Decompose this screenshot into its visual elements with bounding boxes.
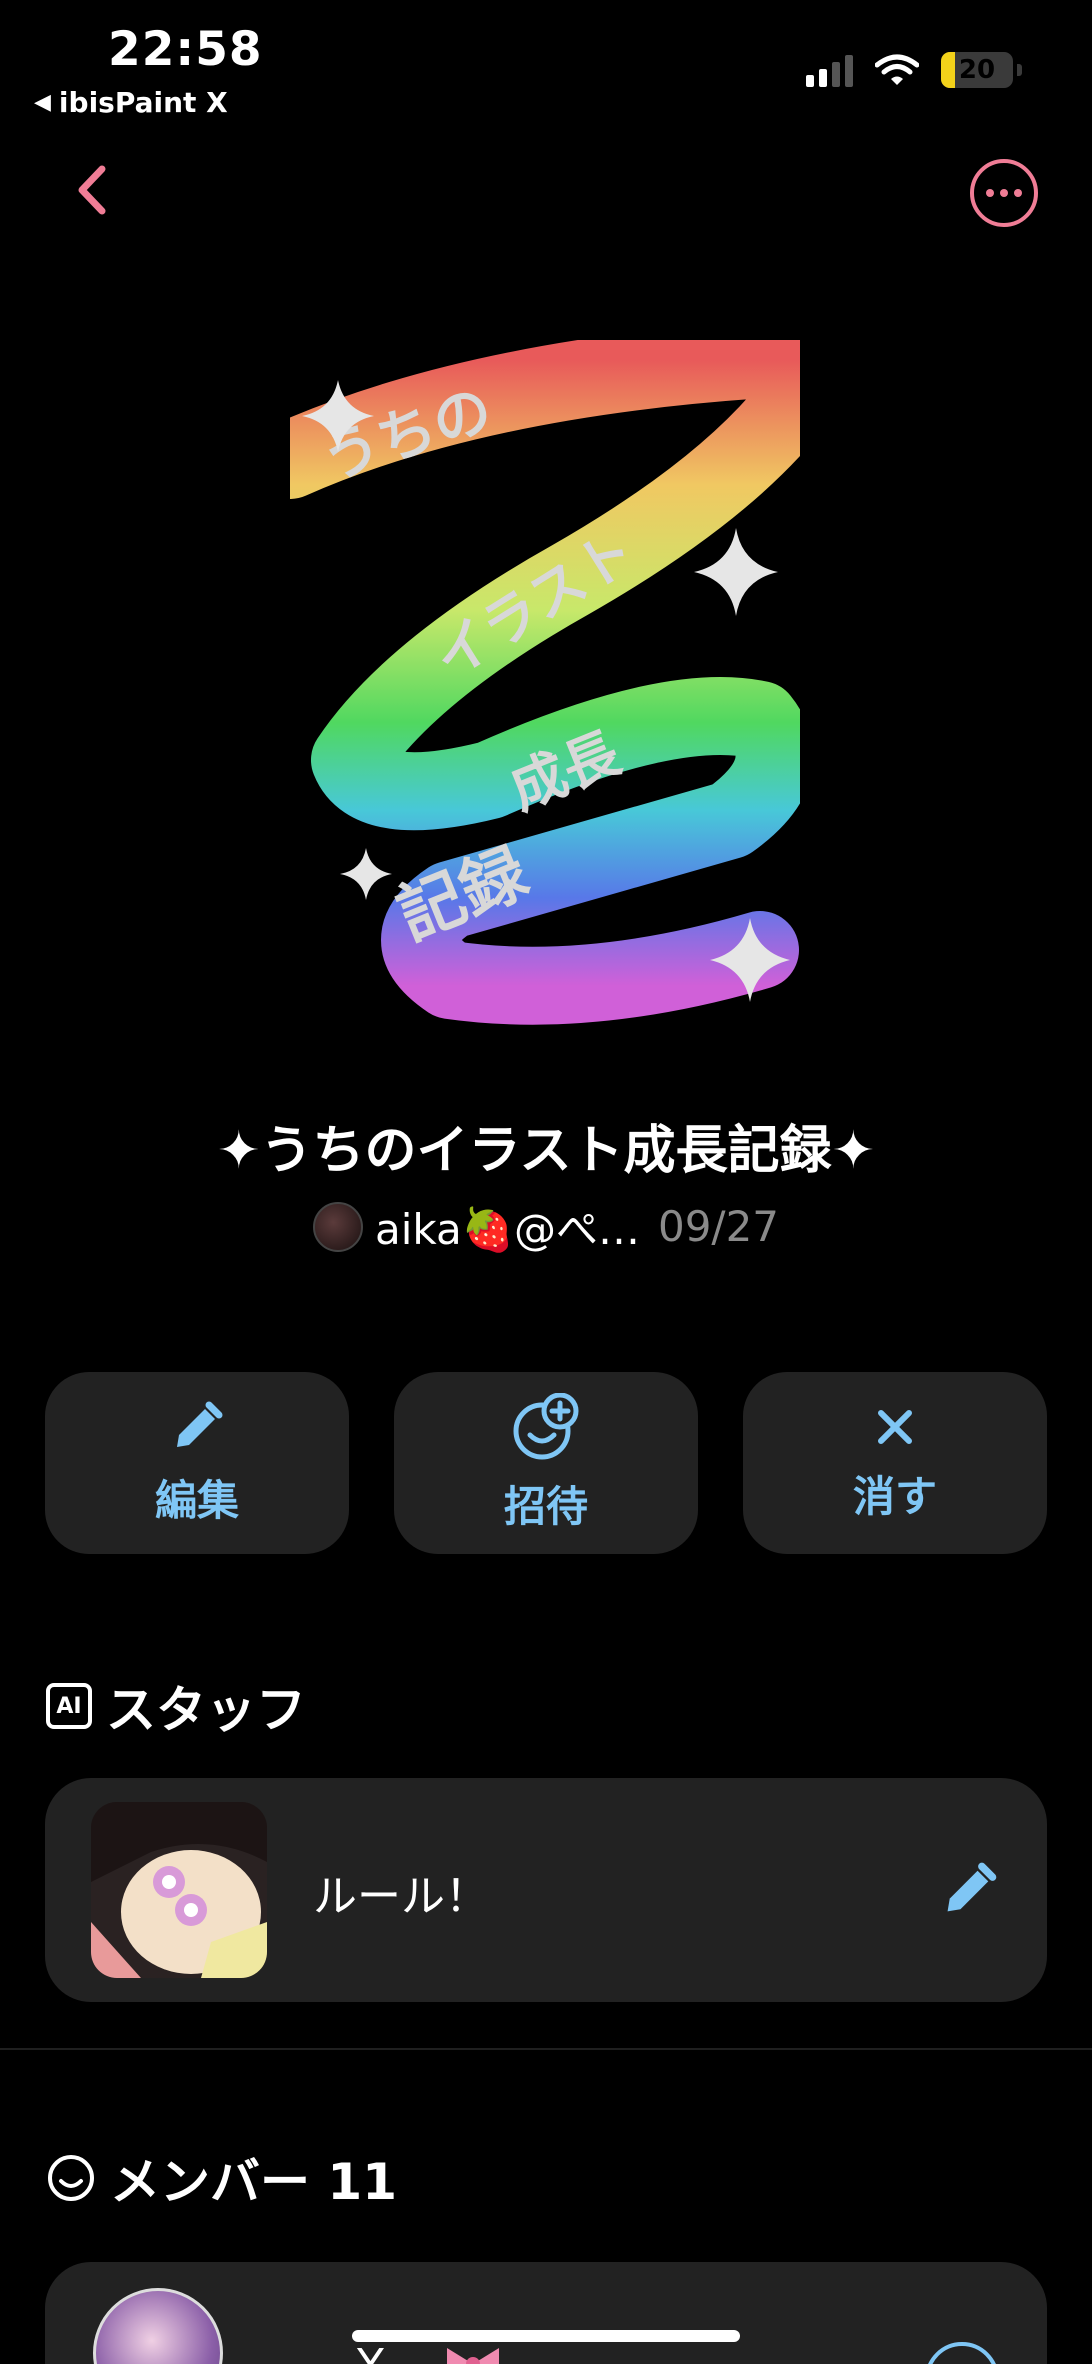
invite-icon <box>513 1392 579 1459</box>
edit-label: 編集 <box>154 1475 239 1525</box>
home-indicator[interactable] <box>352 2330 740 2342</box>
ai-badge-icon: AI <box>46 1683 92 1729</box>
rule-label: ルール！ <box>313 1871 489 1922</box>
member-name: Y <box>357 2340 384 2364</box>
battery-icon: 20 <box>941 52 1013 88</box>
project-date: 09/27 <box>657 1202 780 1251</box>
bow-icon <box>447 2348 499 2364</box>
more-options-button[interactable] <box>970 159 1038 227</box>
wifi-icon <box>875 54 919 85</box>
cellular-signal-icon <box>806 53 853 87</box>
back-triangle-icon: ◀ <box>34 90 51 115</box>
delete-label: 消す <box>852 1471 937 1521</box>
project-cover-image[interactable]: うちの イラスト 成長 記録 <box>290 340 800 1060</box>
project-title: ✦うちのイラスト成長記録✦ <box>216 1121 876 1181</box>
status-time: 22:58 <box>108 22 263 77</box>
delete-button[interactable]: 消す <box>743 1372 1047 1554</box>
pencil-icon <box>177 1401 223 1447</box>
staff-section-title: スタッフ <box>106 1681 306 1739</box>
invite-label: 招待 <box>503 1481 588 1531</box>
battery-percent: 20 <box>958 55 996 85</box>
chevron-left-icon <box>78 165 106 215</box>
back-button[interactable] <box>62 160 122 220</box>
back-to-app-link[interactable]: ◀ ibisPaint X <box>34 86 228 119</box>
more-horizontal-icon <box>986 189 994 197</box>
member-section-title: メンバー 11 <box>110 2153 397 2211</box>
staff-section-header: AI スタッフ <box>46 1670 306 1742</box>
member-section-header: メンバー 11 <box>46 2142 397 2214</box>
member-list-item[interactable]: Y <box>45 2262 1047 2364</box>
status-icons: 20 <box>806 52 1022 88</box>
pencil-icon[interactable] <box>939 1860 999 1920</box>
back-app-label: ibisPaint X <box>58 86 228 119</box>
invite-button[interactable]: 招待 <box>394 1372 698 1554</box>
close-icon <box>878 1409 912 1444</box>
member-avatar <box>93 2288 223 2364</box>
edit-button[interactable]: 編集 <box>45 1372 349 1554</box>
author-name[interactable]: aika🍓@ぺ… <box>375 1196 640 1257</box>
member-smile-icon <box>48 2155 94 2201</box>
project-screen: 22:58 ◀ ibisPaint X 20 うちの イラスト 成長 記録 ✦う… <box>0 0 1092 2364</box>
member-action-button[interactable] <box>925 2342 999 2364</box>
rule-thumbnail <box>91 1802 267 1978</box>
project-meta: aika🍓@ぺ… 09/27 <box>0 1196 1092 1257</box>
section-divider <box>0 2048 1092 2050</box>
action-buttons: 編集 招待 消す <box>45 1372 1047 1554</box>
author-avatar[interactable] <box>312 1201 363 1252</box>
staff-rule-item[interactable]: ルール！ <box>45 1778 1047 2002</box>
